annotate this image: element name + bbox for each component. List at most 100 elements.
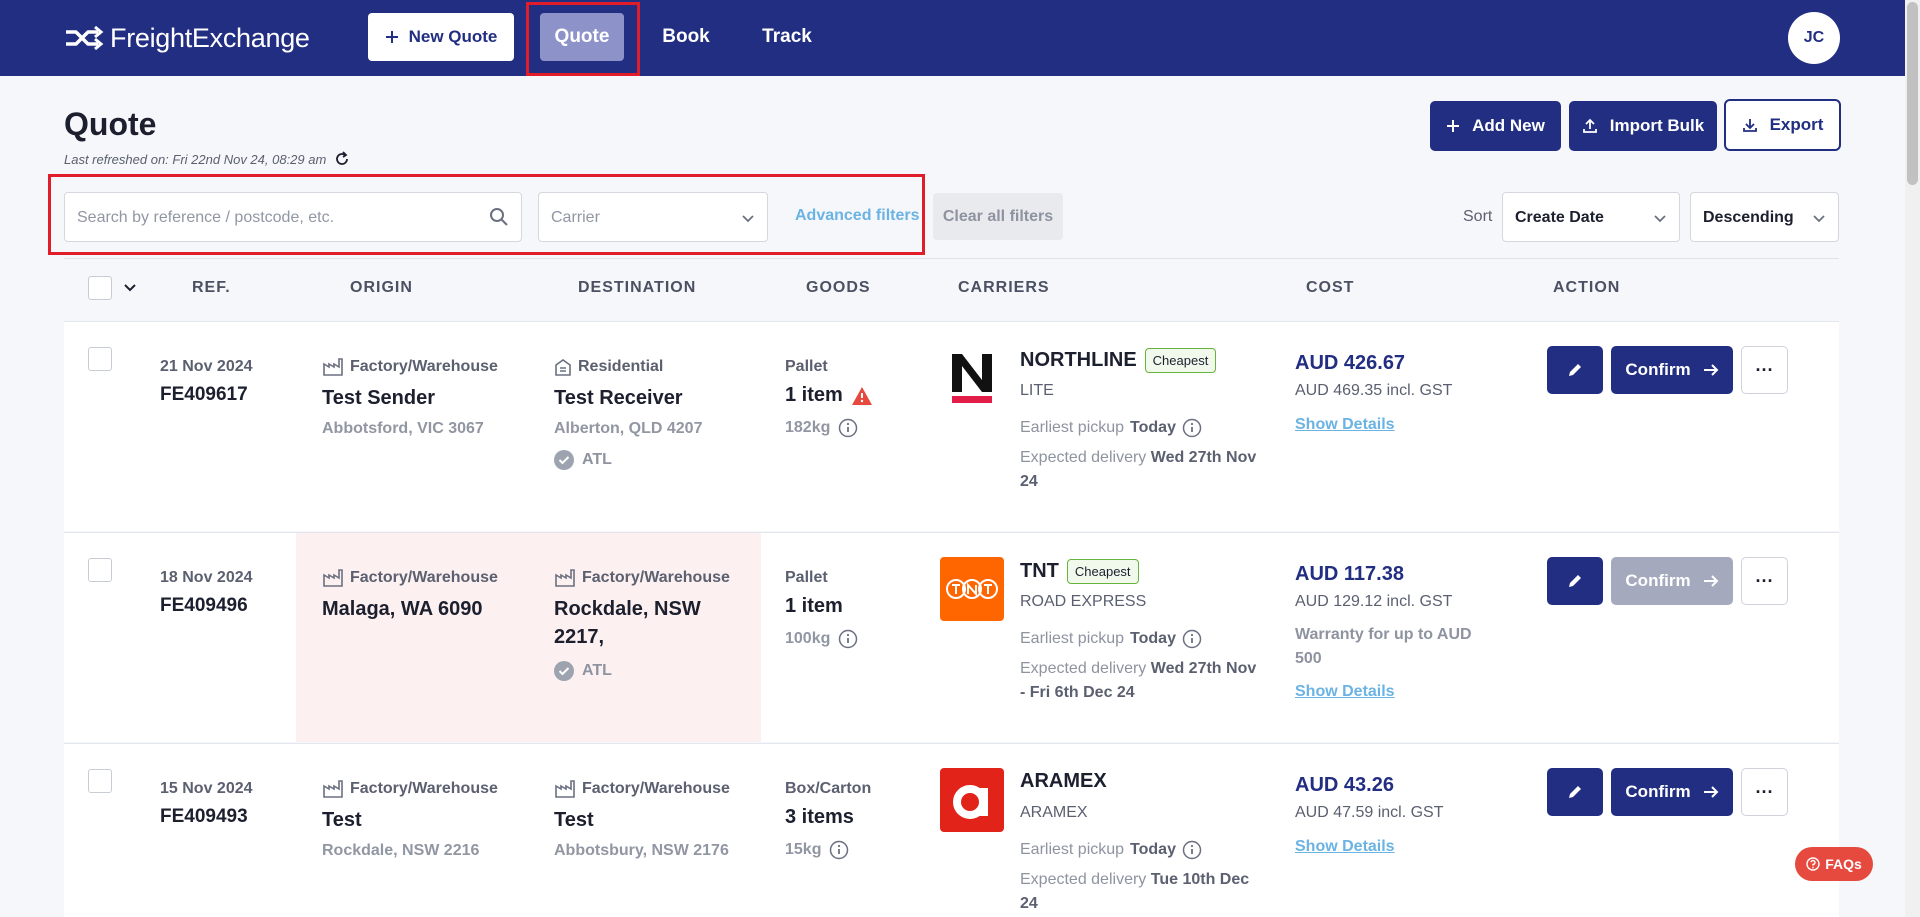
- info-icon[interactable]: [838, 418, 858, 438]
- confirm-button[interactable]: Confirm: [1611, 768, 1733, 816]
- pencil-icon: [1569, 575, 1581, 587]
- table-row[interactable]: 18 Nov 2024 FE409496 Factory/Warehouse M…: [64, 532, 1839, 742]
- faqs-label: FAQs: [1825, 856, 1862, 872]
- confirm-button-disabled[interactable]: Confirm: [1611, 557, 1733, 605]
- more-options-button[interactable]: ···: [1741, 557, 1788, 605]
- expected-delivery: Expected delivery Tue 10th Dec 24: [1020, 868, 1260, 916]
- carrier-placeholder: Carrier: [551, 209, 600, 226]
- search-input[interactable]: Search by reference / postcode, etc.: [64, 192, 522, 242]
- edit-button[interactable]: [1547, 346, 1603, 394]
- expected-delivery: Expected delivery Wed 27th Nov 24: [1020, 446, 1260, 494]
- edit-button[interactable]: [1547, 768, 1603, 816]
- select-all-checkbox[interactable]: [88, 276, 112, 300]
- show-details-link[interactable]: Show Details: [1295, 683, 1395, 701]
- sort-order-value: Descending: [1703, 209, 1794, 226]
- column-cost[interactable]: COST: [1306, 279, 1354, 297]
- column-origin[interactable]: ORIGIN: [350, 279, 413, 297]
- clear-all-filters-button[interactable]: Clear all filters: [933, 193, 1063, 240]
- atl-badge: ATL: [554, 450, 612, 470]
- origin-suburb: Abbotsford, VIC 3067: [322, 420, 484, 437]
- arrow-right-icon: [1703, 575, 1718, 587]
- column-ref[interactable]: REF.: [192, 279, 231, 297]
- goods-quantity: 1 item: [785, 384, 873, 407]
- refresh-icon[interactable]: [334, 151, 350, 167]
- destination-name: Rockdale, NSW 2217,: [554, 598, 701, 648]
- tab-book[interactable]: Book: [656, 13, 716, 61]
- show-details-link[interactable]: Show Details: [1295, 416, 1395, 434]
- carrier-service: ARAMEX: [1020, 804, 1088, 821]
- carrier-name: TNT Cheapest: [1020, 559, 1139, 584]
- row-checkbox[interactable]: [88, 558, 112, 582]
- pickup-label: Earliest pickup: [1020, 841, 1125, 858]
- goods-weight: 100kg: [785, 629, 858, 649]
- origin-type: Factory/Warehouse: [322, 358, 498, 376]
- pickup-value: Today: [1130, 630, 1176, 647]
- info-icon[interactable]: [1182, 629, 1202, 649]
- factory-icon: [555, 569, 575, 587]
- column-goods[interactable]: GOODS: [806, 279, 871, 297]
- atl-label: ATL: [582, 662, 612, 679]
- add-new-label: Add New: [1472, 116, 1545, 135]
- more-options-button[interactable]: ···: [1741, 768, 1788, 816]
- chevron-down-icon[interactable]: [123, 283, 137, 293]
- chevron-down-icon: [742, 215, 754, 223]
- new-quote-button[interactable]: New Quote: [368, 13, 514, 61]
- info-icon[interactable]: [838, 629, 858, 649]
- user-avatar[interactable]: JC: [1788, 12, 1840, 64]
- cost-incl-gst: AUD 129.12 incl. GST: [1295, 593, 1453, 610]
- sort-by-select[interactable]: Create Date: [1502, 192, 1680, 242]
- advanced-filters-link[interactable]: Advanced filters: [795, 207, 919, 225]
- goods-weight: 15kg: [785, 840, 849, 860]
- last-refreshed-text: Last refreshed on: Fri 22nd Nov 24, 08:2…: [64, 151, 327, 167]
- goods-weight-text: 100kg: [785, 630, 831, 647]
- question-circle-icon: [1806, 857, 1820, 871]
- more-options-button[interactable]: ···: [1741, 346, 1788, 394]
- row-checkbox[interactable]: [88, 347, 112, 371]
- add-new-button[interactable]: Add New: [1430, 101, 1561, 151]
- table-row[interactable]: 15 Nov 2024 FE409493 Factory/Warehouse T…: [64, 743, 1839, 917]
- export-button[interactable]: Export: [1724, 99, 1841, 151]
- goods-quantity-text: 1 item: [785, 595, 843, 617]
- destination-type-label: Factory/Warehouse: [582, 780, 730, 797]
- pickup-value: Today: [1130, 841, 1176, 858]
- search-icon: [490, 208, 508, 226]
- destination-type-label: Factory/Warehouse: [582, 569, 730, 586]
- tnt-logo: [940, 557, 1004, 621]
- pencil-icon: [1569, 364, 1581, 376]
- scrollbar-thumb[interactable]: [1907, 2, 1918, 185]
- delivery-label: Expected delivery: [1020, 660, 1147, 677]
- factory-icon: [323, 358, 343, 376]
- carrier-select[interactable]: Carrier: [538, 192, 768, 242]
- quote-ref[interactable]: FE409617: [160, 384, 248, 406]
- brand-logo[interactable]: FreightExchange: [64, 20, 310, 56]
- table-row[interactable]: 21 Nov 2024 FE409617 Factory/Warehouse T…: [64, 321, 1839, 531]
- goods-weight: 182kg: [785, 418, 858, 438]
- carrier-name-text: NORTHLINE: [1020, 349, 1137, 371]
- carrier-name-text: ARAMEX: [1020, 770, 1107, 792]
- warning-triangle-icon[interactable]: [851, 386, 873, 406]
- row-checkbox[interactable]: [88, 769, 112, 793]
- brand-name: FreightExchange: [110, 22, 310, 53]
- last-refreshed: Last refreshed on: Fri 22nd Nov 24, 08:2…: [64, 151, 350, 167]
- edit-button[interactable]: [1547, 557, 1603, 605]
- factory-icon: [555, 780, 575, 798]
- sort-order-select[interactable]: Descending: [1690, 192, 1839, 242]
- confirm-button[interactable]: Confirm: [1611, 346, 1733, 394]
- cheapest-badge: Cheapest: [1066, 559, 1139, 584]
- destination-suburb: Alberton, QLD 4207: [554, 420, 703, 437]
- show-details-link[interactable]: Show Details: [1295, 838, 1395, 856]
- faqs-button[interactable]: FAQs: [1795, 847, 1873, 881]
- info-icon[interactable]: [1182, 840, 1202, 860]
- tab-track[interactable]: Track: [754, 13, 820, 61]
- column-carriers[interactable]: CARRIERS: [958, 279, 1050, 297]
- import-bulk-button[interactable]: Import Bulk: [1569, 101, 1717, 151]
- quote-ref[interactable]: FE409493: [160, 806, 248, 828]
- column-destination[interactable]: DESTINATION: [578, 279, 696, 297]
- info-icon[interactable]: [1182, 418, 1202, 438]
- info-icon[interactable]: [829, 840, 849, 860]
- factory-icon: [323, 780, 343, 798]
- quote-ref[interactable]: FE409496: [160, 595, 248, 617]
- tab-quote[interactable]: Quote: [540, 13, 624, 61]
- destination-name: Test Receiver: [554, 387, 683, 409]
- earliest-pickup: Earliest pickup Today: [1020, 418, 1202, 438]
